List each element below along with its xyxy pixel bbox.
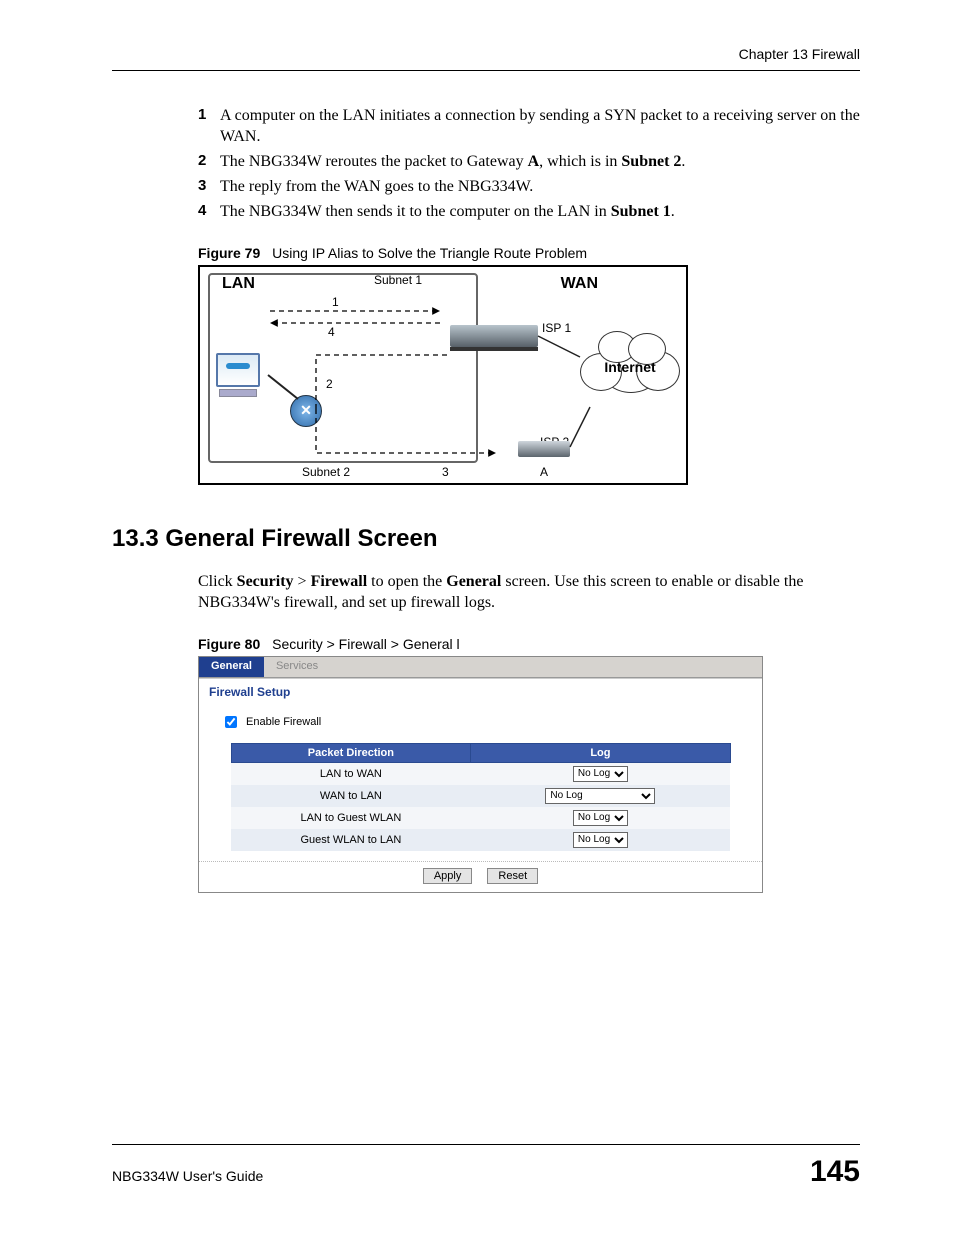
internet-label: Internet [580, 359, 680, 375]
cell-direction: Guest WLAN to LAN [231, 829, 471, 851]
step-item: 1 A computer on the LAN initiates a conn… [198, 105, 860, 147]
gateway-icon [450, 325, 538, 347]
enable-firewall-checkbox[interactable] [225, 716, 237, 728]
pc-icon [216, 353, 260, 393]
wan-label: WAN [561, 275, 598, 293]
section-heading: 13.3 General Firewall Screen [112, 525, 860, 553]
cell-direction: LAN to WAN [231, 762, 471, 785]
step-item: 4 The NBG334W then sends it to the compu… [198, 201, 860, 222]
isp1-label: ISP 1 [542, 321, 571, 335]
footer-rule [112, 1144, 860, 1145]
step-list: 1 A computer on the LAN initiates a conn… [198, 105, 860, 223]
footer-guide: NBG334W User's Guide [112, 1168, 263, 1184]
table-row: LAN to Guest WLAN No Log [231, 807, 730, 829]
step-text: A computer on the LAN initiates a connec… [220, 105, 860, 147]
node-3: 3 [442, 465, 449, 479]
page-footer: NBG334W User's Guide 145 [112, 1144, 860, 1189]
t: Click [198, 573, 237, 590]
bold: A [528, 153, 540, 170]
cell-direction: LAN to Guest WLAN [231, 807, 471, 829]
step-item: 3 The reply from the WAN goes to the NBG… [198, 176, 860, 197]
log-select[interactable]: No Log [573, 810, 628, 826]
tab-bar: General Services [199, 657, 762, 678]
step-number: 4 [198, 201, 220, 221]
node-4: 4 [328, 325, 335, 339]
figure-number: Figure 80 [198, 636, 260, 652]
subnet2-label: Subnet 2 [302, 465, 350, 479]
node-1: 1 [332, 295, 339, 309]
figure-title: Security > Firewall > General l [272, 636, 460, 652]
figure79-caption: Figure 79 Using IP Alias to Solve the Tr… [198, 245, 860, 261]
apply-button[interactable]: Apply [423, 868, 473, 884]
step-number: 3 [198, 176, 220, 196]
lan-label: LAN [222, 275, 255, 293]
figure-title: Using IP Alias to Solve the Triangle Rou… [272, 245, 587, 261]
figure79-diagram: LAN WAN Subnet 1 Subnet 2 1 2 3 4 A ISP … [198, 265, 688, 485]
table-row: WAN to LAN No Log [231, 785, 730, 807]
log-select[interactable]: No Log [573, 832, 628, 848]
t: > [294, 573, 311, 590]
gateway-a-icon [518, 441, 570, 457]
log-select[interactable]: No Log [573, 766, 628, 782]
chapter-title: Chapter 13 Firewall [112, 46, 860, 62]
cell-direction: WAN to LAN [231, 785, 471, 807]
b: General [446, 573, 501, 590]
text: The NBG334W reroutes the packet to Gatew… [220, 153, 528, 170]
text: . [671, 203, 675, 220]
table-row: Guest WLAN to LAN No Log [231, 829, 730, 851]
table-row: LAN to WAN No Log [231, 762, 730, 785]
subnet1-label: Subnet 1 [374, 273, 422, 287]
tab-general[interactable]: General [199, 657, 264, 677]
section-paragraph: Click Security > Firewall to open the Ge… [198, 571, 860, 614]
bold: Subnet 1 [611, 203, 671, 220]
text: , which is in [539, 153, 621, 170]
panel-title: Firewall Setup [199, 678, 762, 703]
figure80-ui: General Services Firewall Setup Enable F… [198, 656, 763, 893]
step-item: 2 The NBG334W reroutes the packet to Gat… [198, 151, 860, 172]
node-A: A [540, 465, 548, 479]
log-select[interactable]: No Log [545, 788, 655, 804]
step-number: 1 [198, 105, 220, 125]
figure80-caption: Figure 80 Security > Firewall > General … [198, 636, 860, 652]
log-table: Packet Direction Log LAN to WAN No Log W… [231, 743, 731, 851]
enable-firewall-row[interactable]: Enable Firewall [221, 713, 752, 731]
b: Security [237, 573, 294, 590]
t: to open the [367, 573, 446, 590]
col-log: Log [471, 743, 730, 762]
button-row: Apply Reset [199, 862, 762, 892]
tab-services[interactable]: Services [264, 657, 330, 677]
node-2: 2 [326, 377, 333, 391]
step-text: The NBG334W reroutes the packet to Gatew… [220, 151, 860, 172]
reset-button[interactable]: Reset [487, 868, 538, 884]
col-packet-direction: Packet Direction [231, 743, 471, 762]
internet-cloud: Internet [580, 331, 680, 401]
enable-firewall-label: Enable Firewall [246, 716, 321, 728]
step-text: The NBG334W then sends it to the compute… [220, 201, 860, 222]
header-rule [112, 70, 860, 71]
text: . [681, 153, 685, 170]
b: Firewall [311, 573, 368, 590]
page-number: 145 [810, 1155, 860, 1189]
text: The NBG334W then sends it to the compute… [220, 203, 611, 220]
figure-number: Figure 79 [198, 245, 260, 261]
step-text: The reply from the WAN goes to the NBG33… [220, 176, 860, 197]
step-number: 2 [198, 151, 220, 171]
hub-icon: ✕ [290, 395, 322, 427]
bold: Subnet 2 [621, 153, 681, 170]
